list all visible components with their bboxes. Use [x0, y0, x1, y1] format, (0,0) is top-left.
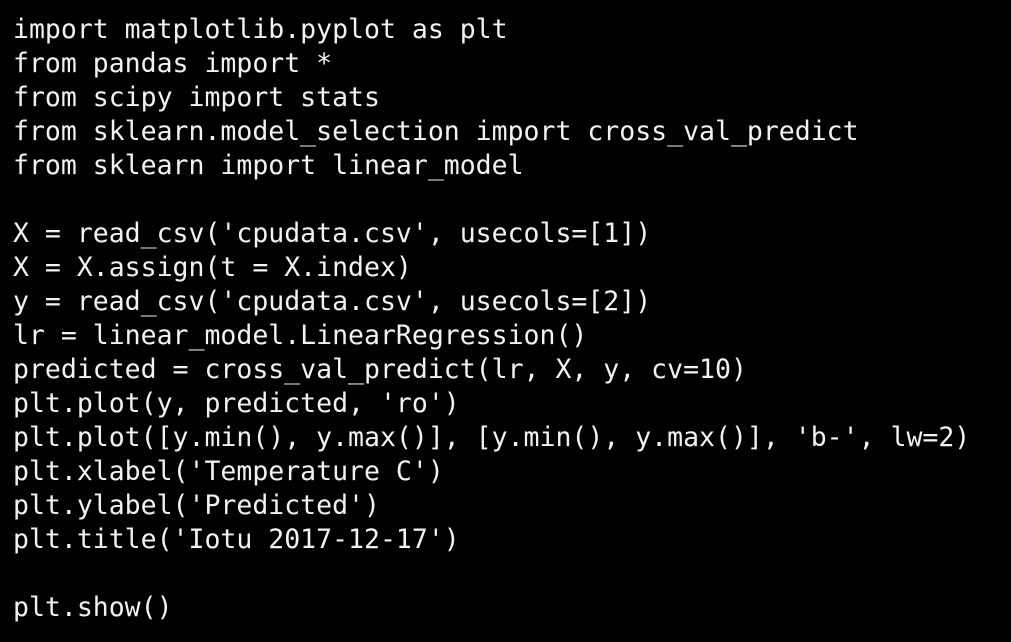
code-line-8: X = X.assign(t = X.index) — [13, 252, 412, 283]
code-line-14: plt.xlabel('Temperature C') — [13, 456, 444, 487]
code-line-9: y = read_csv('cpudata.csv', usecols=[2]) — [13, 286, 652, 317]
code-line-13: plt.plot([y.min(), y.max()], [y.min(), y… — [13, 422, 971, 453]
code-line-3: from scipy import stats — [13, 82, 380, 113]
code-editor[interactable]: import matplotlib.pyplot as plt from pan… — [0, 0, 1011, 642]
code-line-17-blank — [13, 557, 1011, 591]
code-line-12: plt.plot(y, predicted, 'ro') — [13, 388, 460, 419]
code-line-15: plt.ylabel('Predicted') — [13, 490, 380, 521]
code-line-2: from pandas import * — [13, 48, 333, 79]
code-line-5: from sklearn import linear_model — [13, 150, 524, 181]
code-line-6-blank — [13, 183, 1011, 217]
code-line-10: lr = linear_model.LinearRegression() — [13, 320, 588, 351]
code-line-1: import matplotlib.pyplot as plt — [13, 14, 508, 45]
code-line-16: plt.title('Iotu 2017-12-17') — [13, 524, 460, 555]
code-line-18: plt.show() — [13, 592, 173, 623]
code-line-11: predicted = cross_val_predict(lr, X, y, … — [13, 354, 747, 385]
code-line-7: X = read_csv('cpudata.csv', usecols=[1]) — [13, 218, 652, 249]
code-line-4: from sklearn.model_selection import cros… — [13, 116, 859, 147]
